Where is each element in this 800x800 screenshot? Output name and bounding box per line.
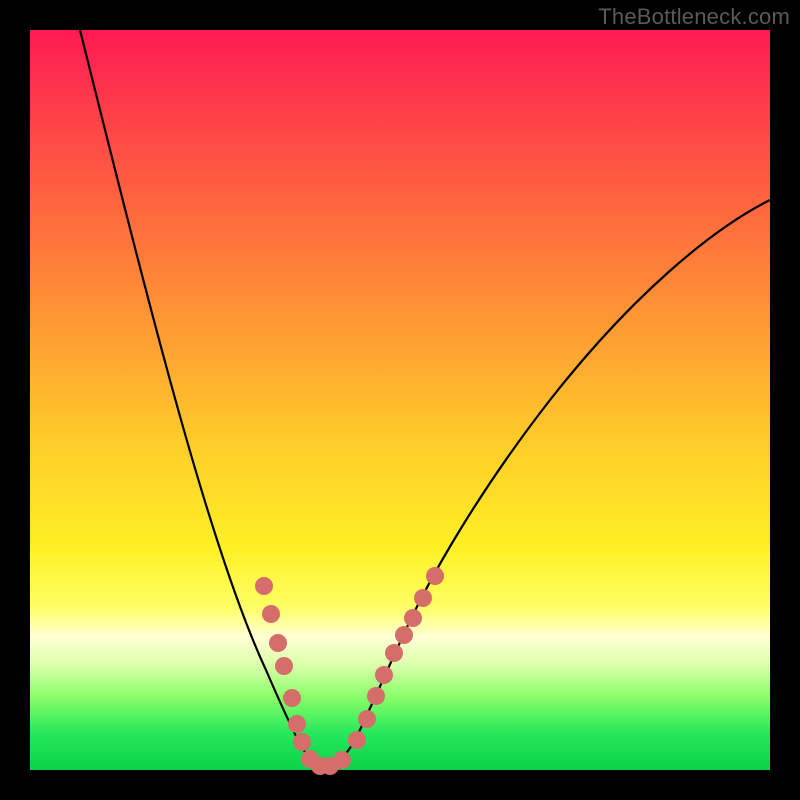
data-marker [293, 733, 311, 751]
data-marker [404, 609, 422, 627]
data-marker [367, 687, 385, 705]
data-marker [333, 751, 351, 769]
data-marker [262, 605, 280, 623]
outer-frame: TheBottleneck.com [0, 0, 800, 800]
data-marker [358, 710, 376, 728]
bottleneck-curve [80, 30, 770, 766]
data-marker [255, 577, 273, 595]
marker-group [255, 567, 444, 775]
data-marker [426, 567, 444, 585]
data-marker [395, 626, 413, 644]
data-marker [283, 689, 301, 707]
chart-svg [30, 30, 770, 770]
data-marker [288, 715, 306, 733]
data-marker [275, 657, 293, 675]
watermark-text: TheBottleneck.com [598, 4, 790, 30]
data-marker [375, 666, 393, 684]
data-marker [414, 589, 432, 607]
plot-area [30, 30, 770, 770]
data-marker [385, 644, 403, 662]
data-marker [269, 634, 287, 652]
data-marker [348, 731, 366, 749]
